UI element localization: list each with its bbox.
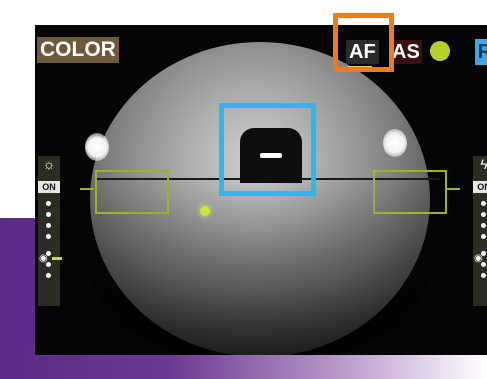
focus-point-dot bbox=[200, 206, 210, 216]
left-level-dots bbox=[46, 201, 52, 284]
af-highlight-box bbox=[333, 13, 394, 72]
alignment-target-left bbox=[95, 170, 169, 214]
alignment-target-right bbox=[373, 170, 447, 214]
left-on-label: ON bbox=[38, 181, 60, 193]
color-mode-label[interactable]: COLOR bbox=[37, 37, 119, 63]
pupil-highlight-box bbox=[219, 103, 316, 196]
right-eye-indicator[interactable]: R bbox=[475, 39, 487, 65]
right-on-label: ON bbox=[473, 181, 487, 193]
status-indicator-dot bbox=[430, 41, 450, 61]
target-tick-left bbox=[80, 188, 94, 190]
eye-icon: ◉ bbox=[39, 253, 48, 264]
left-level-marker bbox=[52, 257, 62, 260]
eye-icon: ◉ bbox=[474, 253, 483, 264]
right-level-dots bbox=[481, 201, 487, 284]
left-illumination-panel[interactable]: ☼ ON ◉ bbox=[38, 156, 62, 306]
flash-icon: ϟ bbox=[480, 156, 487, 172]
as-mode-button[interactable]: AS bbox=[390, 40, 422, 64]
sun-icon: ☼ bbox=[42, 156, 56, 172]
target-tick-right bbox=[446, 188, 460, 190]
light-reflection-left bbox=[85, 133, 109, 161]
light-reflection-right bbox=[383, 129, 407, 157]
right-flash-panel[interactable]: ϟ ON ◉ bbox=[473, 156, 487, 306]
